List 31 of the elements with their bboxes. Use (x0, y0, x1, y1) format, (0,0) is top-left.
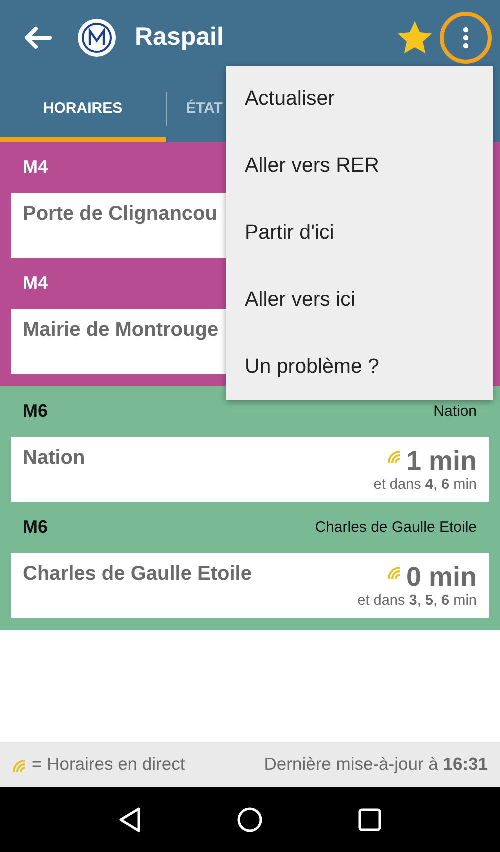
direction-label: Nation (434, 403, 477, 420)
menu-item[interactable]: Partir d'ici (226, 200, 493, 266)
last-update-text: Dernière mise-à-jour à 16:31 (264, 754, 488, 775)
destination-name: Porte de Clignancou (23, 203, 218, 227)
back-arrow-icon[interactable] (22, 26, 52, 50)
following-departures: et dans 4, 6 min (374, 477, 477, 493)
line-label: M6 (23, 401, 48, 422)
home-icon[interactable] (236, 806, 263, 832)
next-departure-time: 0 min (406, 563, 477, 591)
live-signal-icon (12, 759, 26, 773)
direction-label: Charles de Gaulle Etoile (315, 519, 477, 536)
line-label: M4 (23, 157, 48, 178)
menu-item[interactable]: Aller vers RER (226, 132, 493, 200)
line-label: M6 (23, 517, 48, 538)
more-vert-icon (463, 26, 469, 48)
menu-item[interactable]: Aller vers ici (226, 266, 493, 334)
departure-card[interactable]: Charles de Gaulle Etoile 0 min et dans 3, 5, 6 min (11, 553, 489, 618)
legend-text: = Horaires en direct (32, 754, 186, 775)
next-departure-time: 1 min (406, 447, 477, 475)
back-icon[interactable] (118, 806, 142, 832)
menu-item[interactable]: Un problème ? (226, 333, 493, 400)
destination-name: Mairie de Montrouge (23, 319, 219, 343)
recent-apps-icon[interactable] (358, 808, 382, 832)
following-departures: et dans 3, 5, 6 min (358, 593, 477, 609)
line-label: M4 (23, 273, 48, 294)
destination-name: Nation (23, 447, 86, 471)
station-title: Raspail (135, 23, 224, 52)
menu-item[interactable]: Actualiser (226, 66, 493, 133)
destination-name: Charles de Gaulle Etoile (23, 563, 252, 587)
metro-logo-icon (77, 18, 117, 58)
departure-card[interactable]: Nation 1 min et dans 4, 6 min (11, 437, 489, 502)
